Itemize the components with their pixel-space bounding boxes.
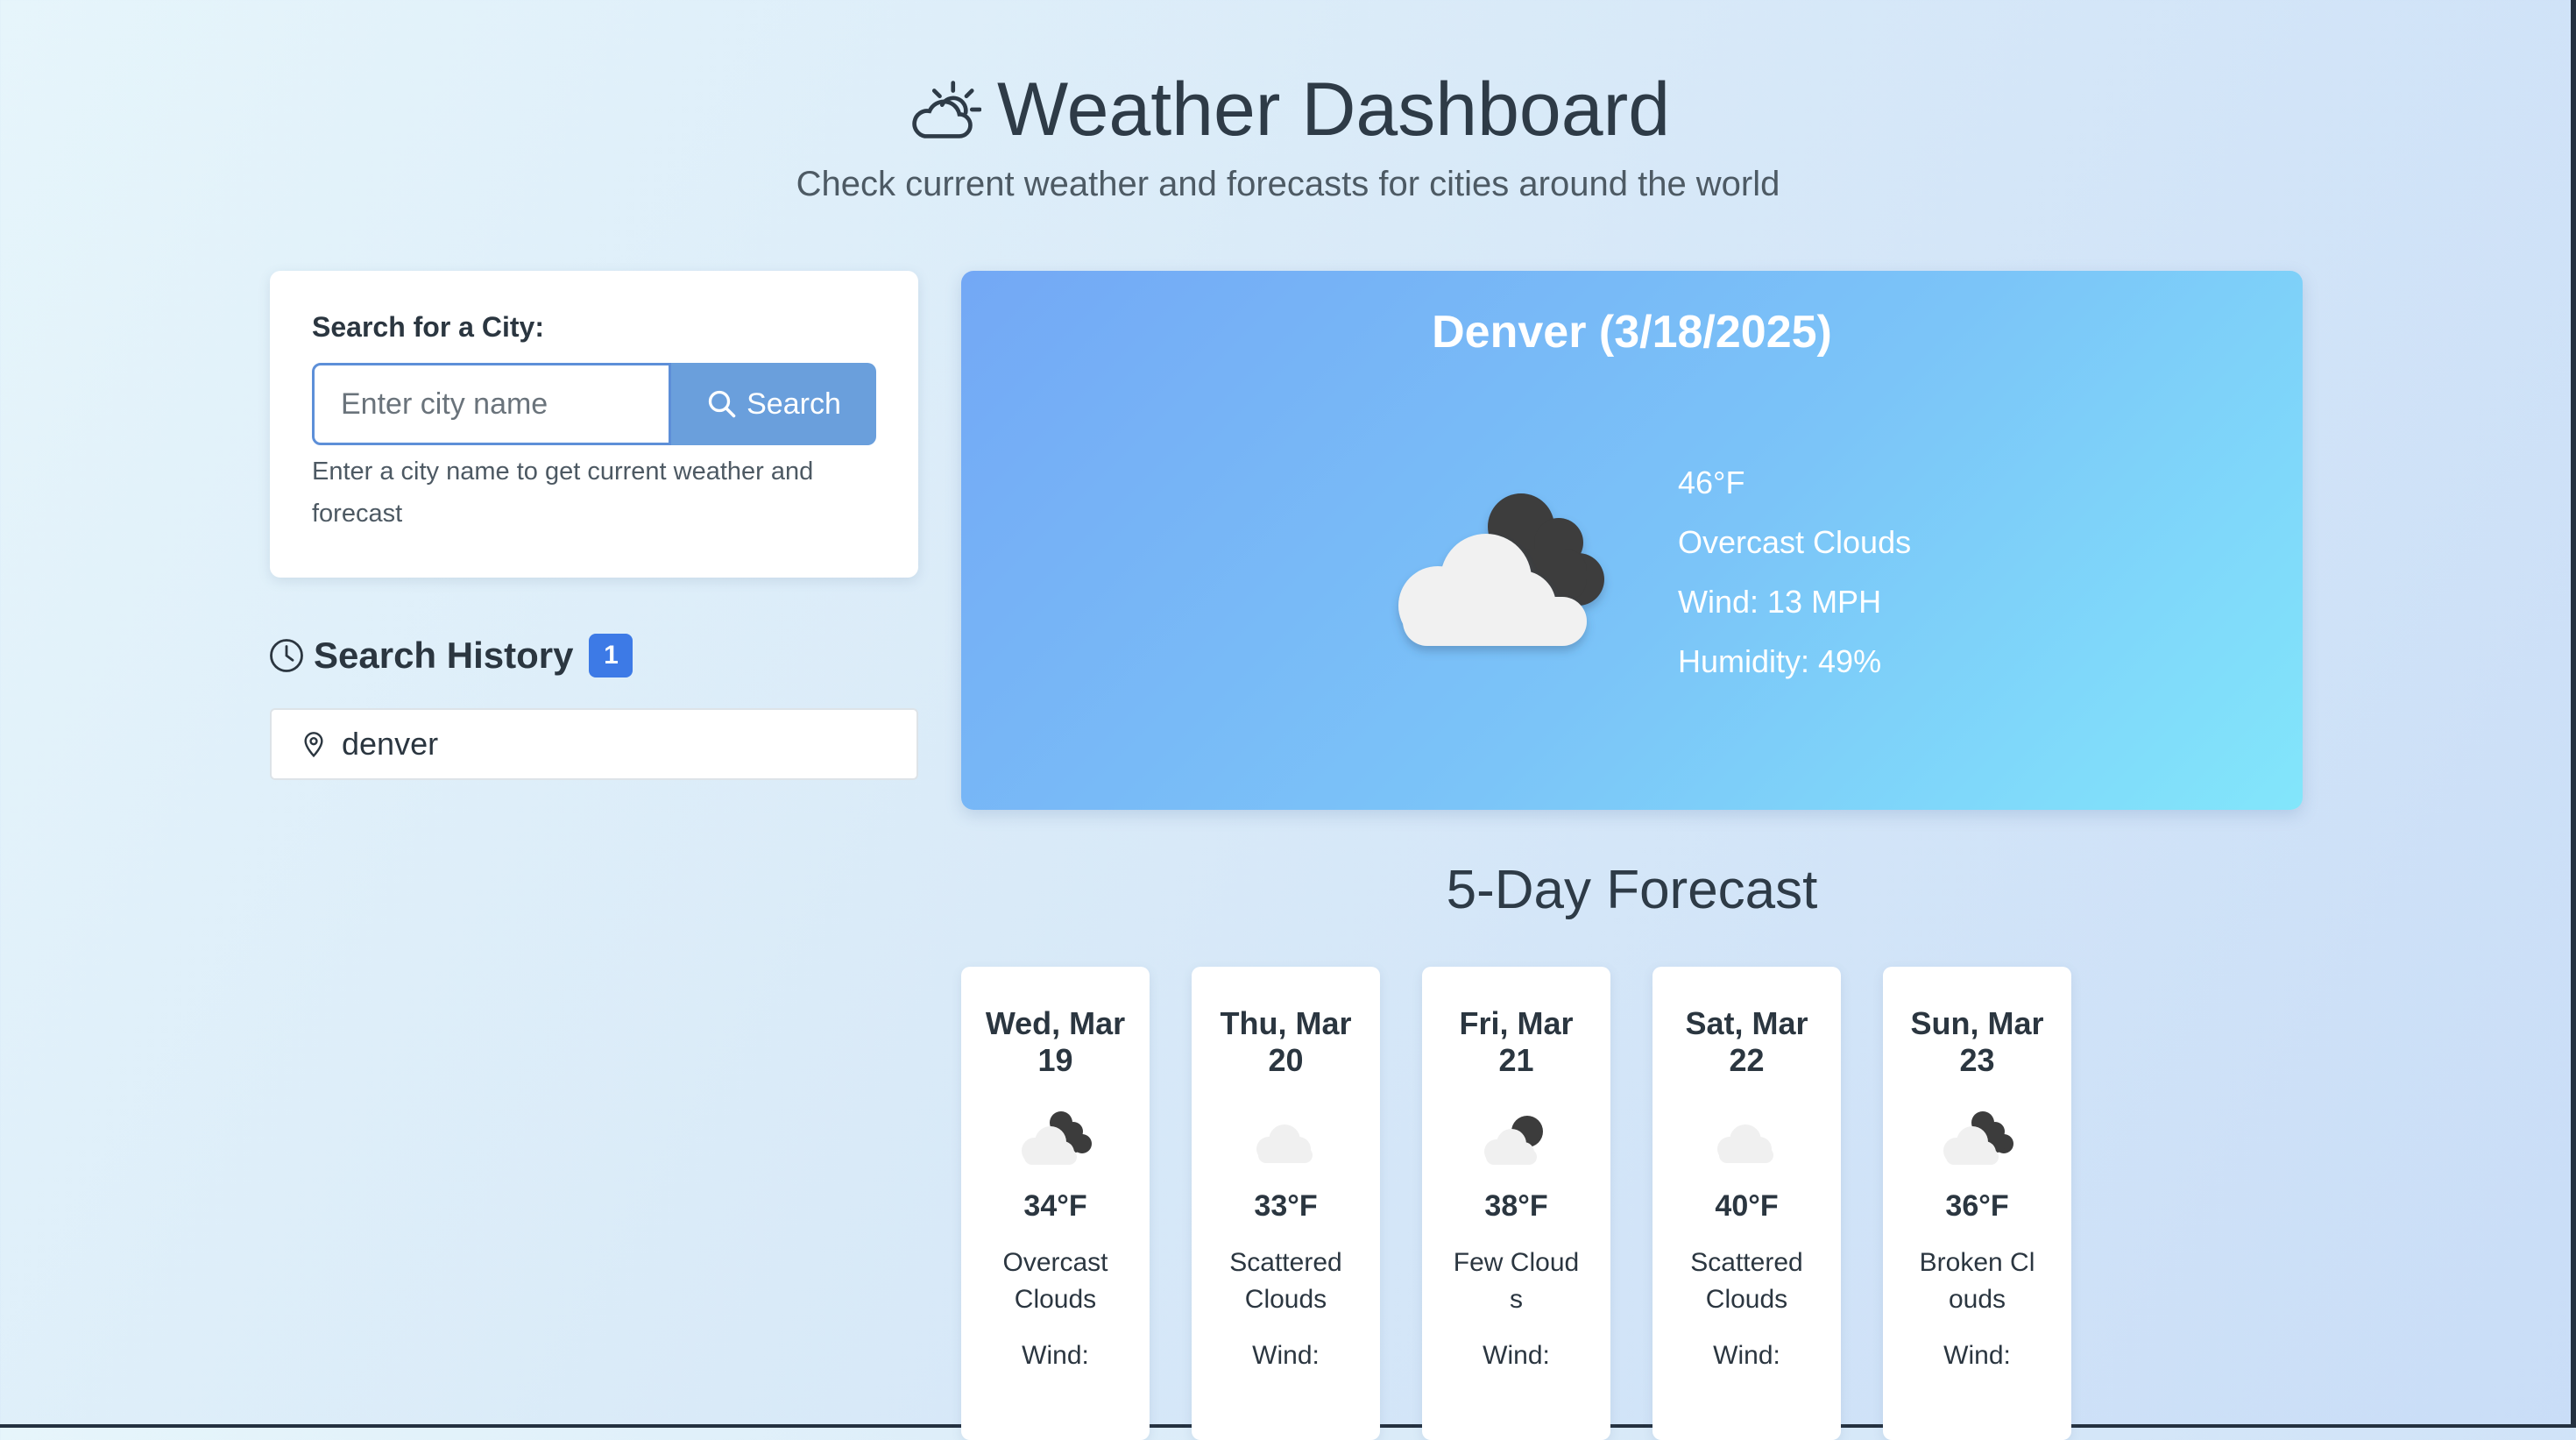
forecast-wind: Wind:	[1483, 1341, 1550, 1370]
forecast-temp: 34°F	[1023, 1189, 1087, 1223]
current-weather-info: 46°F Overcast Clouds Wind: 13 MPH Humidi…	[1678, 453, 1911, 692]
search-history-title: Search History	[314, 635, 574, 676]
window-frame-edge	[2571, 0, 2576, 1428]
forecast-title: 5-Day Forecast	[1446, 860, 1818, 920]
search-icon	[708, 390, 736, 418]
few-clouds-icon	[1483, 1116, 1543, 1165]
broken-clouds-icon	[1943, 1111, 2013, 1165]
search-history-header: Search History 1	[268, 624, 633, 687]
history-item-city: denver	[342, 726, 439, 762]
current-temp: 46°F	[1678, 465, 1745, 500]
current-wind: Wind: 13 MPH	[1678, 584, 1882, 620]
forecast-card: Sun, Mar 23 36°F Broken Clouds Wind:	[1883, 967, 2071, 1440]
forecast-temp: 40°F	[1715, 1189, 1779, 1223]
partly-sunny-icon	[912, 81, 981, 138]
current-description: Overcast Clouds	[1678, 524, 1912, 560]
scattered-clouds-icon	[1716, 1124, 1773, 1163]
forecast-temp: 36°F	[1945, 1189, 2009, 1223]
scattered-clouds-icon	[1256, 1124, 1313, 1163]
search-row: Search	[312, 363, 876, 445]
forecast-wind: Wind:	[1252, 1341, 1320, 1370]
broken-clouds-icon	[1021, 1111, 1092, 1165]
forecast-date: Sat, Mar 22	[1685, 1005, 1808, 1078]
current-humidity: Humidity: 49%	[1678, 643, 1882, 679]
forecast-wind: Wind:	[1022, 1341, 1089, 1370]
history-item[interactable]: denver	[270, 708, 918, 780]
page-title: Weather Dashboard	[996, 67, 1671, 152]
forecast-temp: 33°F	[1254, 1189, 1318, 1223]
forecast-description: Few Clouds	[1453, 1248, 1580, 1314]
overcast-clouds-icon	[1398, 493, 1604, 646]
forecast-card: Sat, Mar 22 40°F Scattered Clouds Wind:	[1652, 967, 1841, 1440]
forecast-card: Wed, Mar 19 34°F Overcast Clouds Wind:	[961, 967, 1150, 1440]
forecast-card: Fri, Mar 21 38°F Few Clouds Wind:	[1422, 967, 1610, 1440]
page-header: Weather Dashboard Check current weather …	[0, 61, 2576, 204]
forecast-date: Thu, Mar 20	[1220, 1005, 1352, 1078]
forecast-wind: Wind:	[1713, 1341, 1780, 1370]
forecast-card: Thu, Mar 20 33°F Scattered Clouds Wind:	[1192, 967, 1380, 1440]
location-pin-icon	[304, 732, 323, 758]
forecast-date: Sun, Mar 23	[1910, 1005, 2044, 1078]
page-subtitle: Check current weather and forecasts for …	[796, 165, 1780, 203]
history-count-badge: 1	[589, 634, 633, 677]
search-button-label: Search	[747, 387, 841, 421]
forecast-description: Overcast Clouds	[1002, 1248, 1108, 1314]
title-row: Weather Dashboard	[0, 61, 2576, 158]
search-help-text: Enter a city name to get current weather…	[312, 458, 814, 528]
forecast-description: Scattered Clouds	[1229, 1248, 1342, 1314]
current-weather-card: Denver (3/18/2025) 46°F Overcast Clouds …	[961, 271, 2303, 810]
search-card: Search for a City: Search Enter a city n…	[270, 271, 918, 578]
city-search-input[interactable]	[312, 363, 671, 445]
clock-icon	[270, 639, 303, 672]
forecast-date: Wed, Mar 19	[985, 1005, 1126, 1078]
forecast-date: Fri, Mar 21	[1459, 1005, 1574, 1078]
search-button[interactable]: Search	[671, 363, 876, 445]
forecast-description: Scattered Clouds	[1690, 1248, 1803, 1314]
forecast-wind: Wind:	[1943, 1341, 2011, 1370]
current-weather-title: Denver (3/18/2025)	[1432, 307, 1832, 358]
search-label: Search for a City:	[312, 311, 544, 343]
forecast-description: Broken Clouds	[1919, 1248, 2035, 1314]
forecast-temp: 38°F	[1484, 1189, 1548, 1223]
